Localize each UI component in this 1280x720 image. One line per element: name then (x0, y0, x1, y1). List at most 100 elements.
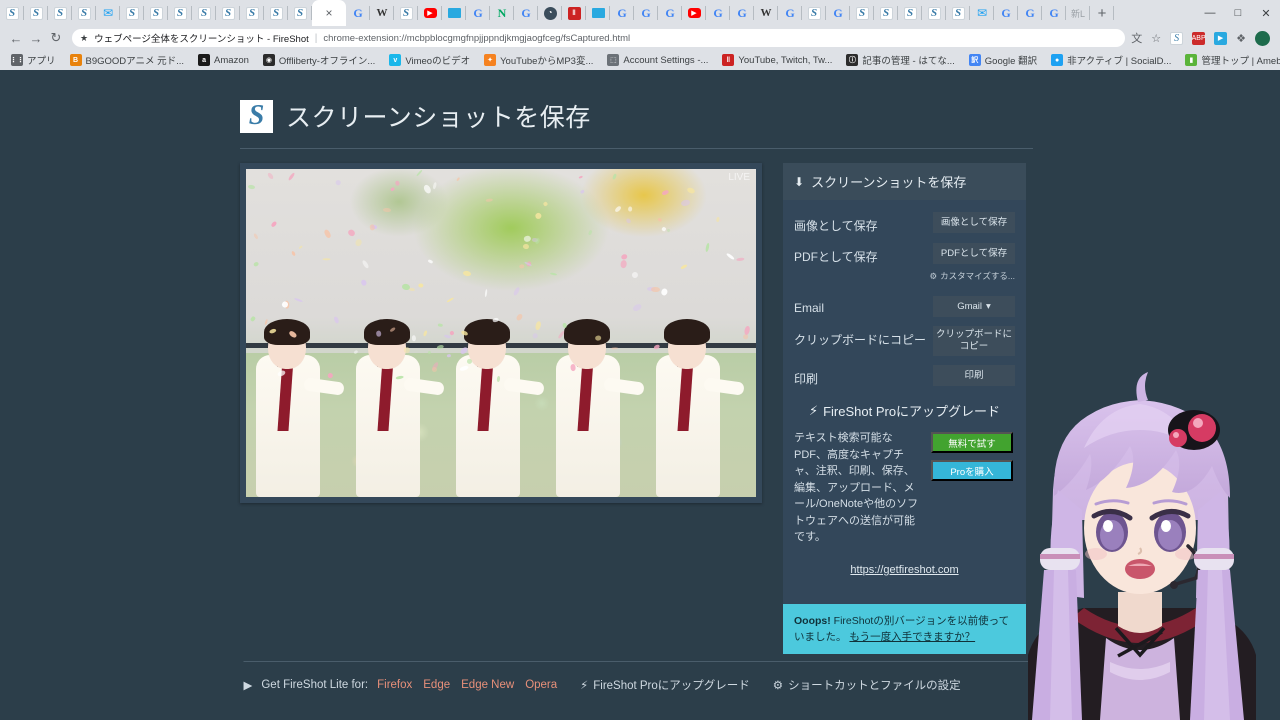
browser-tab[interactable]: S (48, 0, 72, 26)
save-image-button[interactable]: 画像として保存 (933, 212, 1015, 233)
bookmark-item[interactable]: v Vimeoのビデオ (382, 53, 477, 67)
browser-tab[interactable]: ▶ (682, 0, 706, 26)
browser-tab[interactable]: S (394, 0, 418, 26)
bookmark-item[interactable]: ✦ YouTubeからMP3変... (477, 53, 600, 67)
browser-tab[interactable]: G (1018, 0, 1042, 26)
browser-tab[interactable]: ◔ (538, 0, 562, 26)
browser-tab[interactable]: ✉ (96, 0, 120, 26)
browser-chrome: S S S S ✉ S S S S S S S S × G W S ▶ G N G ◔ ‖ G G G ▶ G G W G S G S S S S S ✉ G… (0, 0, 1280, 70)
browser-tab[interactable]: S (898, 0, 922, 26)
bookmark-item[interactable]: ▮管理トップ | Ameba... (1178, 53, 1280, 67)
browser-tab[interactable]: S (802, 0, 826, 26)
browser-tab[interactable]: S (946, 0, 970, 26)
browser-tab[interactable]: G (634, 0, 658, 26)
browser-tab[interactable]: ✉ (970, 0, 994, 26)
browser-tab[interactable]: ▶ (418, 0, 442, 26)
lite-link-firefox[interactable]: Firefox (377, 679, 412, 691)
copy-to-clipboard-button[interactable]: クリップボードにコピー (933, 326, 1015, 356)
back-icon[interactable]: ← (6, 31, 26, 46)
getfireshot-link[interactable]: https://getfireshot.com (850, 564, 958, 576)
browser-tab[interactable]: N (490, 0, 514, 26)
extensions-puzzle-icon[interactable]: ❖ (1236, 32, 1246, 45)
browser-tab[interactable]: G (778, 0, 802, 26)
minimize-button[interactable]: — (1196, 7, 1224, 19)
browser-tab[interactable]: G (706, 0, 730, 26)
browser-tab[interactable]: S (240, 0, 264, 26)
twitter-icon: ✉ (976, 7, 989, 20)
fireshot-icon: S (222, 7, 235, 20)
bookmark-item[interactable]: B B9GOODアニメ 元ド... (63, 53, 192, 67)
bookmark-item[interactable]: ‖ YouTube, Twitch, Tw... (715, 54, 839, 66)
browser-tab[interactable]: S (72, 0, 96, 26)
restore-version-link[interactable]: もう一度入手できますか？ (849, 631, 975, 643)
close-window-button[interactable]: ✕ (1252, 7, 1280, 20)
screenshot-preview-frame[interactable]: LIVE (240, 163, 762, 503)
browser-tab[interactable]: S (24, 0, 48, 26)
forward-icon[interactable]: → (26, 31, 46, 46)
translate-icon[interactable]: 文 (1131, 30, 1142, 46)
browser-tab[interactable]: S (288, 0, 312, 26)
maximize-button[interactable]: □ (1224, 7, 1252, 19)
save-pdf-button[interactable]: PDFとして保存 (933, 243, 1015, 264)
browser-tab[interactable]: S (874, 0, 898, 26)
browser-tab[interactable]: S (850, 0, 874, 26)
browser-tab[interactable]: G (730, 0, 754, 26)
bookmark-item[interactable]: ⋮⋮ アプリ (4, 53, 63, 67)
new-tab-button[interactable]: + (1090, 0, 1114, 26)
browser-tab[interactable]: G (610, 0, 634, 26)
captured-screenshot-preview[interactable]: LIVE (246, 169, 756, 497)
browser-tab[interactable]: S (144, 0, 168, 26)
browser-tab[interactable]: S (216, 0, 240, 26)
browser-tab[interactable]: G (466, 0, 490, 26)
video-downloader-icon[interactable]: ▶ (1214, 32, 1227, 45)
browser-tab[interactable]: S (264, 0, 288, 26)
active-tab[interactable]: × (312, 0, 346, 26)
customize-link[interactable]: ⚙ カスタマイズする... (794, 270, 1015, 282)
bookmark-item[interactable]: ◉ Offliberty-オフライン... (256, 53, 382, 67)
browser-tab[interactable]: W (754, 0, 778, 26)
close-icon[interactable]: × (325, 7, 332, 19)
stats-icon: ‖ (722, 54, 734, 66)
browser-tab[interactable]: S (192, 0, 216, 26)
browser-tab[interactable]: S (168, 0, 192, 26)
bookmark-item[interactable]: a Amazon (191, 54, 256, 66)
browser-tab[interactable]: G (658, 0, 682, 26)
fireshot-extension-icon[interactable]: S (1170, 32, 1183, 45)
bookmark-item[interactable]: 訳 Google 翻訳 (962, 53, 1044, 67)
browser-tab[interactable] (586, 0, 610, 26)
browser-tab[interactable]: S (0, 0, 24, 26)
browser-tab[interactable] (442, 0, 466, 26)
footer-upgrade-link[interactable]: ⚡ FireShot Proにアップグレード (580, 677, 750, 693)
google-translate-icon: 訳 (969, 54, 981, 66)
omnibox-page-title: ウェブページ全体をスクリーンショット - FireShot (94, 31, 309, 45)
reload-icon[interactable]: ↻ (46, 30, 66, 46)
bookmark-item[interactable]: ● 非アクティブ | SocialD... (1044, 53, 1178, 67)
lite-link-edge-new[interactable]: Edge New (461, 679, 514, 691)
bookmark-item[interactable]: ⬚ Account Settings -... (600, 54, 715, 66)
browser-tab[interactable]: G (514, 0, 538, 26)
browser-tab[interactable]: S (120, 0, 144, 26)
adblock-icon[interactable]: ABP (1192, 32, 1205, 45)
browser-tab[interactable]: W (370, 0, 394, 26)
lite-link-opera[interactable]: Opera (525, 679, 557, 691)
browser-tab[interactable]: G (826, 0, 850, 26)
address-bar[interactable]: ★ ウェブページ全体をスクリーンショット - FireShot | chrome… (72, 29, 1125, 47)
bookmark-item[interactable]: ⓘ 記事の管理 - はてな... (839, 53, 961, 67)
browser-tab[interactable]: ‖ (562, 0, 586, 26)
fireshot-icon: S (54, 7, 67, 20)
browser-tab[interactable]: S (922, 0, 946, 26)
email-gmail-dropdown[interactable]: Gmail ▾ (933, 296, 1015, 317)
fireshot-icon: S (904, 7, 917, 20)
browser-tab[interactable]: G (994, 0, 1018, 26)
lite-link-edge[interactable]: Edge (423, 679, 450, 691)
browser-tab[interactable]: G (346, 0, 370, 26)
profile-avatar-icon[interactable] (1255, 31, 1270, 46)
vimeo-icon: v (389, 54, 401, 66)
browser-tab[interactable]: G (1042, 0, 1066, 26)
fireshot-icon: S (78, 7, 91, 20)
fireshot-icon: S (30, 7, 43, 20)
bookmark-star-icon[interactable]: ☆ (1151, 32, 1161, 45)
footer-settings-link[interactable]: ⚙ ショートカットとファイルの設定 (773, 677, 961, 693)
fireshot-icon: S (808, 7, 821, 20)
tab-overflow-label[interactable]: 新L (1066, 0, 1090, 26)
